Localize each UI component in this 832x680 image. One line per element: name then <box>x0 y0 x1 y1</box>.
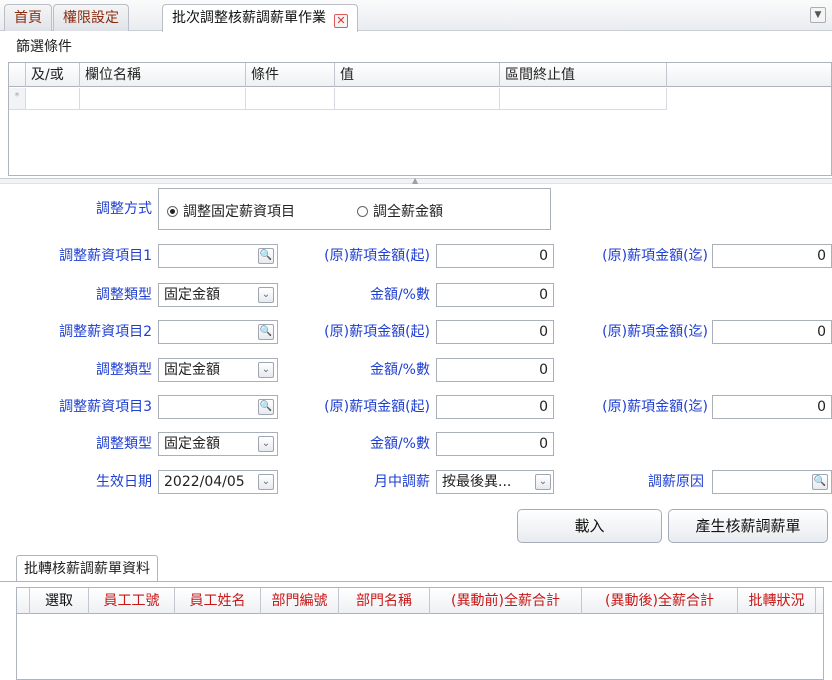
col-dept-name[interactable]: 部門名稱 <box>339 588 430 614</box>
item1-to-label: (原)薪項金額(迄) <box>602 248 708 264</box>
chevron-down-icon[interactable]: ⌄ <box>258 474 274 490</box>
chevron-down-icon[interactable]: ⌄ <box>258 362 274 378</box>
tab-bar: 首頁 權限設定 批次調整核薪調薪單作業 ✕ ▼ <box>0 0 832 32</box>
col-range-end[interactable]: 區間終止值 <box>500 63 667 87</box>
amount1-input[interactable]: 0 <box>436 283 554 307</box>
table-cell[interactable] <box>80 88 246 110</box>
radio-fixed-salary-item[interactable]: 調整固定薪資項目 <box>167 201 295 221</box>
col-transfer-status[interactable]: 批轉狀況 <box>738 588 816 614</box>
row-indicator-header <box>17 588 30 614</box>
effective-date-label: 生效日期 <box>96 474 152 490</box>
tab-transfer-data[interactable]: 批轉核薪調薪單資料 <box>16 555 158 582</box>
filter-grid-header: 及/或 欄位名稱 條件 值 區間終止值 <box>9 63 831 87</box>
radio-unselected-icon <box>357 206 368 217</box>
panel-divider <box>0 581 832 582</box>
item1-from-input[interactable]: 0 <box>436 244 554 268</box>
col-total-after[interactable]: (異動後)全薪合計 <box>582 588 738 614</box>
chevron-down-icon[interactable]: ⌄ <box>258 287 274 303</box>
tab-batch-salary[interactable]: 批次調整核薪調薪單作業 ✕ <box>162 4 358 32</box>
col-dept-id[interactable]: 部門編號 <box>261 588 339 614</box>
load-button[interactable]: 載入 <box>517 509 662 543</box>
new-row-marker: * <box>9 88 26 110</box>
item2-from-input[interactable]: 0 <box>436 320 554 344</box>
col-value[interactable]: 值 <box>335 63 500 87</box>
amount3-label: 金額/%數 <box>369 436 430 452</box>
radio-full-salary[interactable]: 調全薪金額 <box>357 201 443 221</box>
item1-from-label: (原)薪項金額(起) <box>324 248 430 264</box>
item1-label: 調整薪資項目1 <box>59 248 152 264</box>
col-field-name[interactable]: 欄位名稱 <box>80 63 246 87</box>
splitter[interactable]: ▲ <box>0 176 832 185</box>
radio-label: 調全薪金額 <box>373 204 443 220</box>
search-icon[interactable]: 🔍 <box>258 248 274 264</box>
item3-from-label: (原)薪項金額(起) <box>324 399 430 415</box>
item1-to-input[interactable]: 0 <box>712 244 832 268</box>
chevron-down-icon[interactable]: ⌄ <box>535 474 551 490</box>
col-select[interactable]: 選取 <box>30 588 89 614</box>
table-cell[interactable] <box>26 88 80 110</box>
filter-grid[interactable]: 及/或 欄位名稱 條件 值 區間終止值 * <box>8 62 832 176</box>
reason-label: 調薪原因 <box>648 474 704 490</box>
table-cell[interactable] <box>246 88 335 110</box>
close-icon[interactable]: ✕ <box>334 14 348 28</box>
item3-label: 調整薪資項目3 <box>59 399 152 415</box>
result-grid-header: 選取 員工工號 員工姓名 部門編號 部門名稱 (異動前)全薪合計 (異動後)全薪… <box>17 588 823 614</box>
item2-from-label: (原)薪項金額(起) <box>324 324 430 340</box>
col-condition[interactable]: 條件 <box>246 63 335 87</box>
col-employee-name[interactable]: 員工姓名 <box>175 588 261 614</box>
col-and-or[interactable]: 及/或 <box>26 63 80 87</box>
search-icon[interactable]: 🔍 <box>258 324 274 340</box>
splitter-arrow-icon: ▲ <box>412 176 419 185</box>
type3-label: 調整類型 <box>96 436 152 452</box>
item2-label: 調整薪資項目2 <box>59 324 152 340</box>
type1-label: 調整類型 <box>96 287 152 303</box>
amount3-input[interactable]: 0 <box>436 432 554 456</box>
result-grid[interactable]: 選取 員工工號 員工姓名 部門編號 部門名稱 (異動前)全薪合計 (異動後)全薪… <box>16 587 824 680</box>
col-employee-id[interactable]: 員工工號 <box>89 588 175 614</box>
item3-to-label: (原)薪項金額(迄) <box>602 399 708 415</box>
amount2-input[interactable]: 0 <box>436 358 554 382</box>
method-radio-group: 調整固定薪資項目 調全薪金額 <box>158 188 551 230</box>
radio-label: 調整固定薪資項目 <box>183 204 295 220</box>
item2-to-input[interactable]: 0 <box>712 320 832 344</box>
tab-permissions[interactable]: 權限設定 <box>53 4 129 31</box>
item2-to-label: (原)薪項金額(迄) <box>602 324 708 340</box>
col-total-before[interactable]: (異動前)全薪合計 <box>430 588 582 614</box>
type2-label: 調整類型 <box>96 362 152 378</box>
search-icon[interactable]: 🔍 <box>812 474 828 490</box>
table-cell[interactable] <box>335 88 500 110</box>
item3-to-input[interactable]: 0 <box>712 395 832 419</box>
table-cell[interactable] <box>500 88 667 110</box>
search-icon[interactable]: 🔍 <box>258 399 274 415</box>
tab-batch-salary-label: 批次調整核薪調薪單作業 <box>172 10 326 26</box>
tab-home[interactable]: 首頁 <box>4 4 52 31</box>
amount2-label: 金額/%數 <box>369 362 430 378</box>
item3-from-input[interactable]: 0 <box>436 395 554 419</box>
method-label: 調整方式 <box>96 201 152 217</box>
chevron-down-icon[interactable]: ⌄ <box>258 436 274 452</box>
chevron-down-icon[interactable]: ▼ <box>810 7 826 23</box>
generate-salary-slip-button[interactable]: 產生核薪調薪單 <box>668 509 828 543</box>
midmonth-label: 月中調薪 <box>374 474 430 490</box>
amount1-label: 金額/%數 <box>369 287 430 303</box>
filter-title: 篩選條件 <box>16 39 72 55</box>
row-indicator-header <box>9 63 26 87</box>
radio-selected-icon <box>167 206 178 217</box>
